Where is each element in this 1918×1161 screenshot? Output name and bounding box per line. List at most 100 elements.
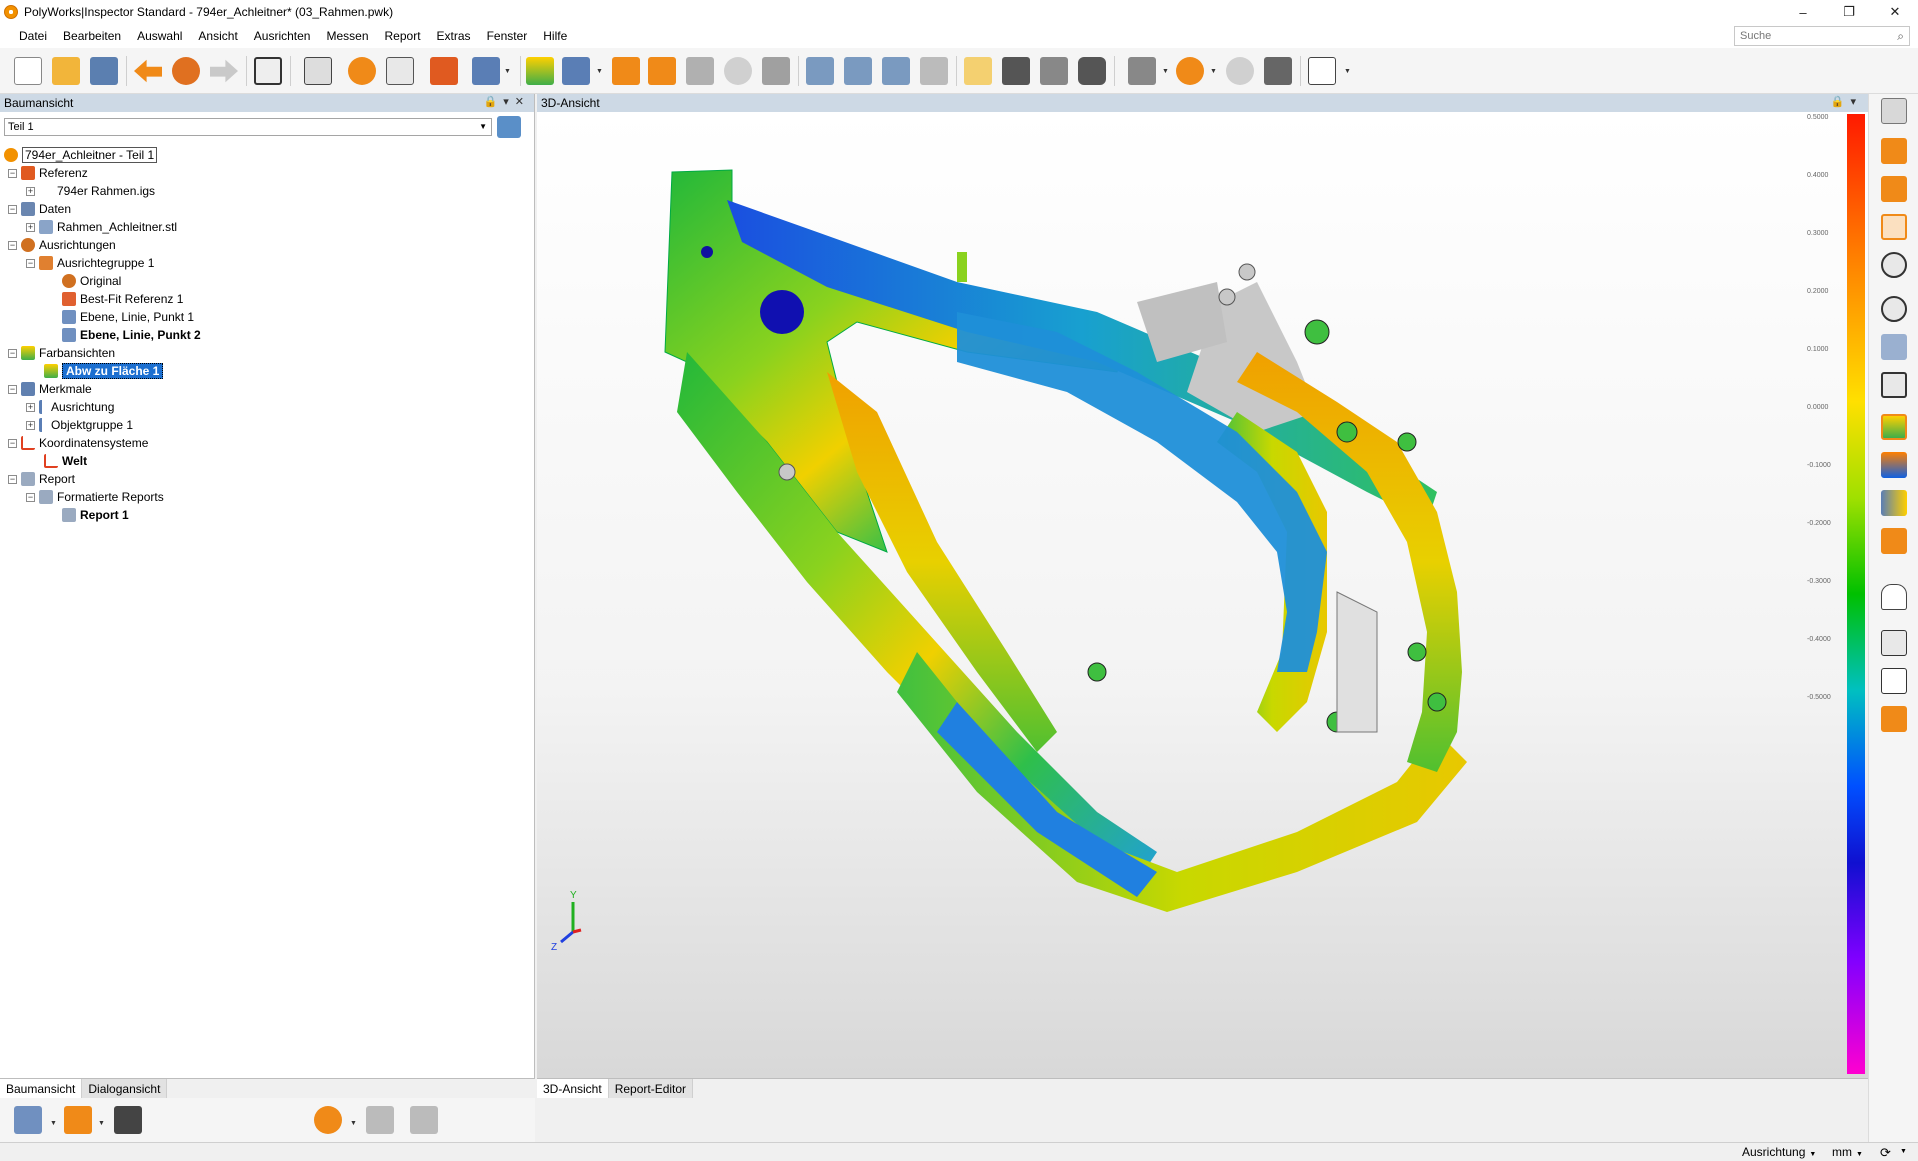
tree-item-object-group[interactable]: + Objektgruppe 1	[26, 416, 133, 434]
refresh-icon[interactable]: ⟳	[1880, 1145, 1891, 1161]
part-settings-icon[interactable]	[497, 116, 521, 138]
menu-extras[interactable]: Extras	[429, 29, 479, 43]
tree-item-plp-1[interactable]: Ebene, Linie, Punkt 1	[62, 308, 194, 326]
stop-icon[interactable]	[1226, 57, 1254, 85]
collapse-icon[interactable]: −	[8, 348, 17, 358]
table-icon[interactable]	[1040, 57, 1068, 85]
tree-item-referenz[interactable]: − Referenz	[8, 164, 88, 182]
minimize-button[interactable]: –	[1780, 0, 1826, 24]
report-clipboard-icon[interactable]	[964, 57, 992, 85]
feature-icon[interactable]	[612, 57, 640, 85]
tree-item-merkmale[interactable]: − Merkmale	[8, 380, 92, 398]
tab-report-editor[interactable]: Report-Editor	[608, 1079, 694, 1098]
tree-item-ausrichtungen[interactable]: − Ausrichtungen	[8, 236, 116, 254]
expand-icon[interactable]: +	[26, 222, 35, 232]
align-best-fit-icon[interactable]	[472, 57, 500, 85]
tree-item-best-fit[interactable]: Best-Fit Referenz 1	[62, 290, 183, 308]
eye-icon[interactable]	[1881, 296, 1907, 322]
tree-item-ausrichtung[interactable]: + Ausrichtung	[26, 398, 114, 416]
tab-3d-ansicht[interactable]: 3D-Ansicht	[537, 1079, 609, 1098]
color-map-display-icon[interactable]	[1881, 414, 1907, 440]
menu-report[interactable]: Report	[377, 29, 429, 43]
gauge-icon[interactable]	[724, 57, 752, 85]
tree-item-report-1[interactable]: Report 1	[62, 506, 129, 524]
clapperboard-icon[interactable]	[114, 1106, 142, 1134]
menu-messen[interactable]: Messen	[318, 29, 376, 43]
play-macro-icon[interactable]	[1176, 57, 1204, 85]
tree-item-original[interactable]: Original	[62, 272, 121, 290]
collapse-icon[interactable]: −	[26, 492, 35, 502]
export-icon[interactable]	[1128, 57, 1156, 85]
menu-ausrichten[interactable]: Ausrichten	[246, 29, 319, 43]
menu-fenster[interactable]: Fenster	[479, 29, 536, 43]
expand-icon[interactable]: +	[26, 420, 35, 430]
binary-data-icon[interactable]	[386, 57, 414, 85]
probe-icon[interactable]	[844, 57, 872, 85]
compare-icon[interactable]	[562, 57, 590, 85]
view-settings-gear-icon[interactable]	[1881, 372, 1907, 398]
expand-icon[interactable]: +	[26, 402, 35, 412]
tree-item-report[interactable]: − Report	[8, 470, 75, 488]
collapse-icon[interactable]: −	[8, 474, 17, 484]
menu-hilfe[interactable]: Hilfe	[535, 29, 575, 43]
chevron-down-icon[interactable]: ▼	[1900, 1148, 1907, 1155]
open-folder-icon[interactable]	[52, 57, 80, 85]
pan-zoom-icon[interactable]	[1881, 98, 1907, 124]
swap-icon[interactable]	[1881, 706, 1907, 732]
search-input[interactable]: Suche	[1734, 26, 1910, 46]
tree-item-daten[interactable]: − Daten	[8, 200, 71, 218]
menu-ansicht[interactable]: Ansicht	[190, 29, 245, 43]
tree-item-cad-file[interactable]: + 794er Rahmen.igs	[26, 182, 155, 200]
collapse-icon[interactable]: −	[8, 438, 17, 448]
compass-icon[interactable]	[920, 57, 948, 85]
3d-canvas[interactable]: Y Z 0.5000 0.4000 0.3000 0.2000 0.1000 0…	[537, 112, 1868, 1078]
measure-line-icon[interactable]	[648, 57, 676, 85]
menu-datei[interactable]: Datei	[11, 29, 55, 43]
zoom-icon[interactable]	[1881, 252, 1907, 278]
expand-icon[interactable]: +	[26, 186, 35, 196]
alignment-icon[interactable]	[430, 57, 458, 85]
menu-bearbeiten[interactable]: Bearbeiten	[55, 29, 129, 43]
tree-item-mesh[interactable]: + Rahmen_Achleitner.stl	[26, 218, 177, 236]
undo-history-icon[interactable]	[172, 57, 200, 85]
annotation-icon[interactable]	[1881, 528, 1907, 554]
surface-icon[interactable]	[1881, 668, 1907, 694]
drop-view-icon[interactable]	[1881, 176, 1907, 202]
chart-icon[interactable]	[1308, 57, 1336, 85]
search-icon[interactable]: ⌕	[1888, 26, 1908, 46]
save-icon[interactable]	[90, 57, 118, 85]
macro-list-icon[interactable]	[1264, 57, 1292, 85]
tree-item-project[interactable]: 794er_Achleitner - Teil 1	[4, 146, 158, 164]
alignment-selector[interactable]: Ausrichtung ▼	[1742, 1145, 1816, 1159]
tree-item-formatted-reports[interactable]: − Formatierte Reports	[26, 488, 164, 506]
tab-baumansicht[interactable]: Baumansicht	[0, 1079, 83, 1098]
scan-icon[interactable]	[806, 57, 834, 85]
collapse-icon[interactable]: −	[26, 258, 35, 268]
tree-item-koordinatensysteme[interactable]: − Koordinatensysteme	[8, 434, 148, 452]
import-icon[interactable]	[304, 57, 332, 85]
hand-cursor-icon[interactable]	[1881, 584, 1907, 610]
collapse-icon[interactable]: −	[8, 204, 17, 214]
tab-dialogansicht[interactable]: Dialogansicht	[82, 1079, 168, 1098]
settings-gear-icon[interactable]	[254, 57, 282, 85]
tree-item-welt[interactable]: Welt	[44, 452, 87, 470]
tree-item-alignment-group[interactable]: − Ausrichtegruppe 1	[26, 254, 154, 272]
collapse-icon[interactable]: −	[8, 384, 17, 394]
edit-tool-icon[interactable]	[64, 1106, 92, 1134]
zoom-fit-icon[interactable]	[1881, 214, 1907, 240]
reference-target-icon[interactable]	[348, 57, 376, 85]
collapse-icon[interactable]: −	[8, 168, 17, 178]
close-button[interactable]: ✕	[1872, 0, 1918, 24]
color-map-icon[interactable]	[526, 57, 554, 85]
coordinate-tool-icon[interactable]	[410, 1106, 438, 1134]
undo-icon[interactable]	[134, 59, 162, 83]
redo-icon[interactable]	[210, 59, 238, 83]
tree-item-farbansichten[interactable]: − Farbansichten	[8, 344, 115, 362]
window-view-icon[interactable]	[1881, 630, 1907, 656]
cube-view-icon[interactable]	[1881, 334, 1907, 360]
probe-points-icon[interactable]	[882, 57, 910, 85]
local-alignment-icon[interactable]	[366, 1106, 394, 1134]
maximize-button[interactable]: ❐	[1826, 0, 1872, 24]
tree-item-color-map[interactable]: Abw zu Fläche 1	[44, 362, 164, 380]
snapshot-icon[interactable]	[1002, 57, 1030, 85]
